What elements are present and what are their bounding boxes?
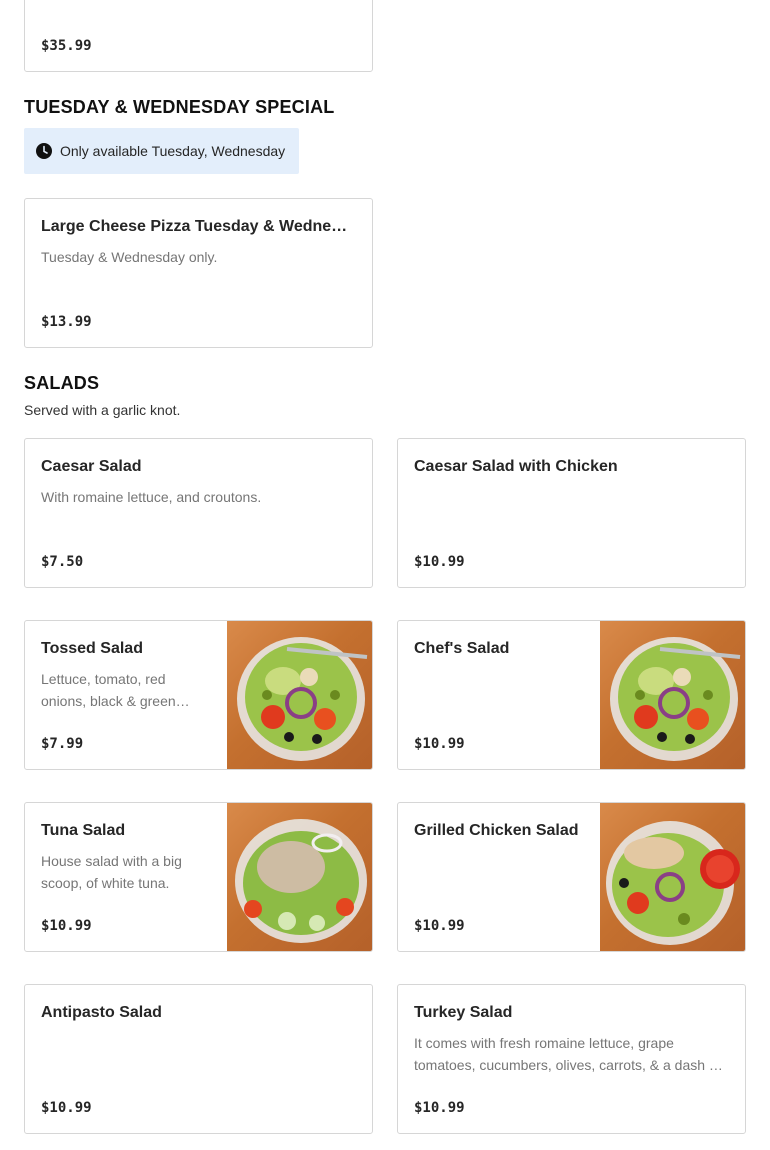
item-name: Antipasto Salad — [41, 1004, 162, 1021]
chef-salad-photo — [600, 621, 745, 769]
item-description: Tuesday & Wednesday only. — [41, 249, 218, 265]
item-name: Chef's Salad — [414, 640, 510, 657]
item-name: Grilled Chicken Salad — [414, 822, 579, 839]
item-price: $10.99 — [414, 918, 465, 934]
menu-item-card[interactable]: Chef's Salad $10.99 — [397, 620, 746, 770]
item-price: $10.99 — [414, 1100, 465, 1116]
clock-icon — [36, 143, 52, 159]
item-name: Tuna Salad — [41, 822, 126, 839]
item-price: $10.99 — [414, 736, 465, 752]
menu-item-card[interactable]: Tossed Salad Lettuce, tomato, red onions… — [24, 620, 373, 770]
menu-item-card[interactable]: $35.99 — [24, 0, 373, 72]
section-subtitle: Served with a garlic knot. — [24, 402, 181, 418]
tuna-salad-photo — [227, 803, 372, 951]
section-title-special: TUESDAY & WEDNESDAY SPECIAL — [24, 97, 335, 117]
item-price: $10.99 — [414, 554, 465, 570]
menu-item-card[interactable]: Grilled Chicken Salad $10.99 — [397, 802, 746, 952]
menu-item-card[interactable]: Turkey Salad It comes with fresh romaine… — [397, 984, 746, 1134]
availability-banner: Only available Tuesday, Wednesday — [24, 128, 299, 174]
section-title-salads: SALADS — [24, 373, 100, 393]
item-price: $10.99 — [41, 1100, 92, 1116]
item-description: Lettuce, tomato, red onions, black & gre… — [41, 671, 176, 709]
item-price: $7.50 — [41, 554, 84, 570]
item-name: Turkey Salad — [414, 1004, 513, 1021]
menu-item-card[interactable]: Tuna Salad House salad with a big scoop,… — [24, 802, 373, 952]
item-name: Tossed Salad — [41, 640, 143, 657]
item-description: House salad with a big scoop, of white t… — [41, 853, 182, 891]
item-price: $13.99 — [41, 314, 92, 330]
availability-text: Only available Tuesday, Wednesday — [60, 143, 286, 159]
item-name: Large Cheese Pizza Tuesday & Wednesday S… — [41, 218, 356, 235]
menu-item-card[interactable]: Caesar Salad With romaine lettuce, and c… — [24, 438, 373, 588]
item-price: $10.99 — [41, 918, 92, 934]
item-description: It comes with fresh romaine lettuce, gra… — [414, 1035, 721, 1073]
menu-item-card[interactable]: Large Cheese Pizza Tuesday & Wednesday S… — [24, 198, 373, 348]
menu-item-card[interactable]: Antipasto Salad $10.99 — [24, 984, 373, 1134]
item-name: Caesar Salad — [41, 458, 142, 475]
item-price: $7.99 — [41, 736, 84, 752]
grilled-chicken-salad-photo — [600, 803, 745, 951]
item-description: With romaine lettuce, and croutons. — [41, 489, 262, 505]
tossed-salad-photo — [227, 621, 372, 769]
item-price: $35.99 — [41, 38, 92, 54]
menu-item-card[interactable]: Caesar Salad with Chicken $10.99 — [397, 438, 746, 588]
item-name: Caesar Salad with Chicken — [414, 458, 618, 475]
